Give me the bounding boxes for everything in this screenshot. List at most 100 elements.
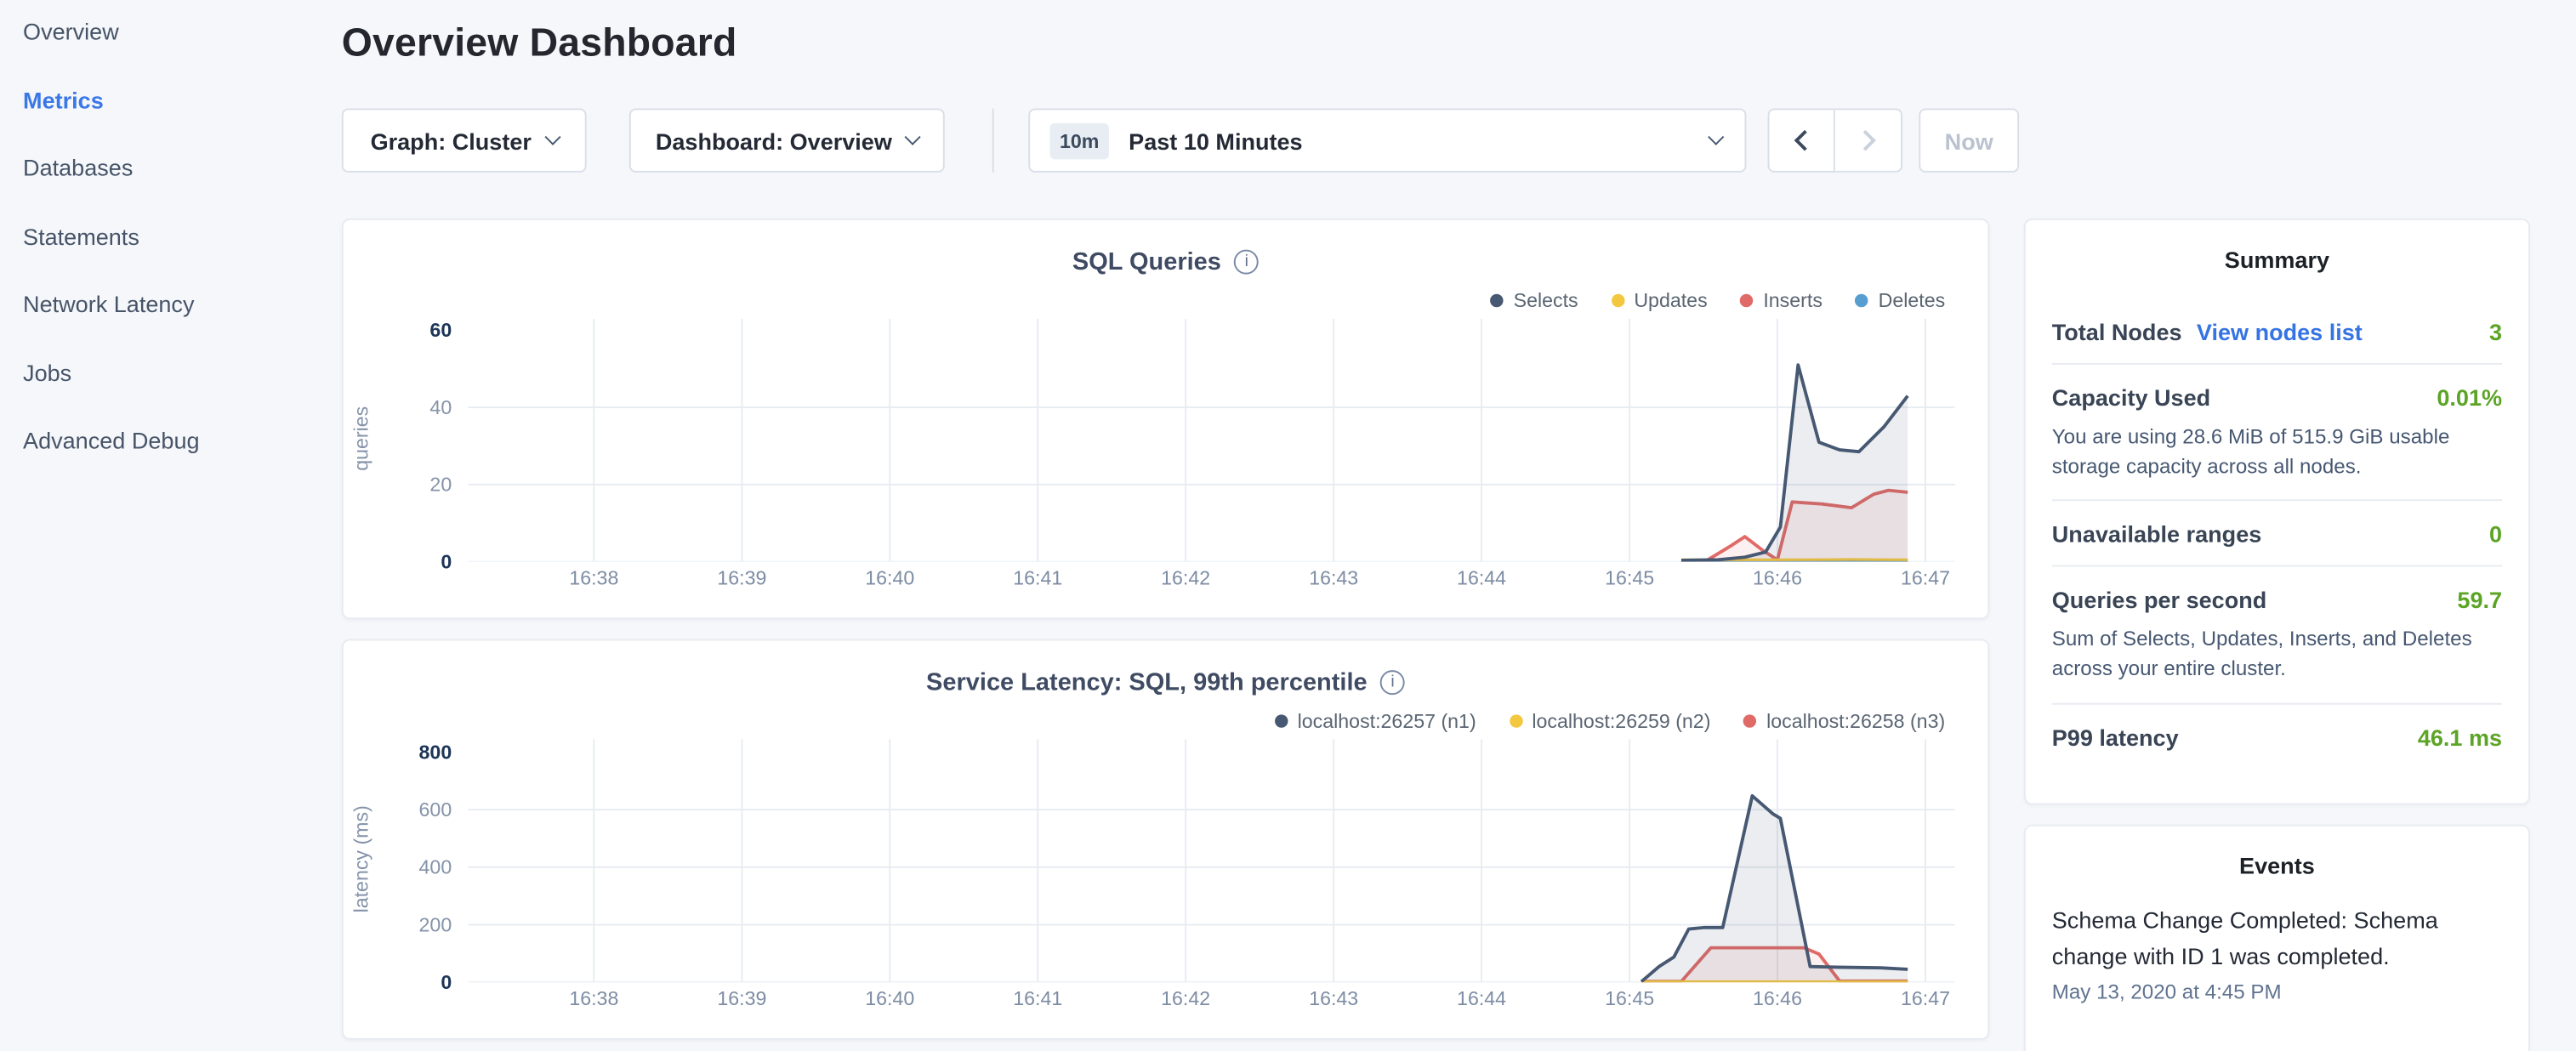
events-title: Events	[2026, 827, 2528, 883]
chart-legend: localhost:26257 (n1) localhost:26259 (n2)…	[344, 710, 1988, 733]
time-range-label: Past 10 Minutes	[1129, 128, 1691, 154]
events-panel: Events Schema Change Completed: Schema c…	[2024, 825, 2530, 1051]
events-list: Schema Change Completed: Schema change w…	[2026, 902, 2528, 1003]
legend-dot-icon	[1856, 294, 1868, 307]
chart-title: Service Latency: SQL, 99th percentile	[926, 668, 1368, 696]
chart-plot: queries020406016:3816:3916:4016:4116:421…	[344, 319, 1988, 605]
x-axis-tick: 16:46	[1728, 566, 1827, 589]
sidebar-item-network-latency[interactable]: Network Latency	[23, 289, 319, 319]
summary-panel: Summary Total Nodes View nodes list 3 Capac…	[2024, 219, 2530, 805]
summary-row-label: Capacity Used	[2052, 384, 2210, 411]
info-icon[interactable]: i	[1380, 669, 1405, 694]
summary-title: Summary	[2026, 220, 2528, 276]
chart-title: SQL Queries	[1072, 247, 1221, 276]
sidebar-item-advanced-debug[interactable]: Advanced Debug	[23, 425, 319, 455]
view-nodes-list-link[interactable]: View nodes list	[2197, 319, 2363, 345]
app-root: Overview Metrics Databases Statements Networ…	[0, 0, 2576, 1051]
chevron-down-icon	[544, 129, 560, 145]
y-axis-tick: 800	[390, 741, 452, 764]
toolbar: Graph: Cluster Dashboard: Overview 10m P…	[342, 108, 2019, 172]
legend-label: Deletes	[1879, 289, 1946, 312]
x-axis-tick: 16:45	[1580, 987, 1679, 1010]
x-axis-tick: 16:42	[1136, 987, 1235, 1010]
summary-row-description: Sum of Selects, Updates, Inserts, and De…	[2052, 625, 2502, 685]
sidebar-item-databases[interactable]: Databases	[23, 153, 319, 183]
time-nav-group	[1768, 108, 1902, 172]
summary-row: Capacity Used 0.01% You are using 28.6 MiB…	[2052, 363, 2502, 500]
page-title: Overview Dashboard	[342, 21, 737, 67]
legend-item: Deletes	[1856, 289, 1946, 312]
info-icon[interactable]: i	[1234, 249, 1259, 274]
summary-row-label: Unavailable ranges	[2052, 521, 2262, 548]
legend-label: Inserts	[1763, 289, 1823, 312]
summary-rows: Total Nodes View nodes list 3 Capacity Used…	[2026, 299, 2528, 769]
summary-row: P99 latency46.1 ms	[2052, 702, 2502, 768]
y-axis-tick: 40	[390, 396, 452, 419]
summary-row-description: You are using 28.6 MiB of 515.9 GiB usab…	[2052, 422, 2502, 481]
time-prev-button[interactable]	[1768, 108, 1835, 172]
summary-row-label: Queries per second	[2052, 587, 2267, 613]
x-axis-tick: 16:45	[1580, 566, 1679, 589]
x-axis-tick: 16:39	[692, 566, 791, 589]
sidebar: Overview Metrics Databases Statements Networ…	[23, 16, 319, 493]
legend-dot-icon	[1740, 294, 1753, 307]
time-range-dropdown[interactable]: 10m Past 10 Minutes	[1028, 108, 1746, 172]
now-button[interactable]: Now	[1919, 108, 2019, 172]
chart-legend: Selects Updates Inserts Deletes	[344, 289, 1988, 312]
x-axis-tick: 16:46	[1728, 987, 1827, 1010]
chart-card-sql-queries: SQL Queries i Selects Updates Inserts Delet…	[342, 219, 1990, 619]
x-axis-tick: 16:44	[1432, 566, 1531, 589]
summary-row-value: 59.7	[2457, 587, 2502, 613]
sidebar-item-overview[interactable]: Overview	[23, 16, 319, 46]
chart-plot: latency (ms)020040060080016:3816:3916:40…	[344, 739, 1988, 1025]
legend-dot-icon	[1611, 294, 1624, 307]
legend-label: localhost:26257 (n1)	[1298, 710, 1476, 733]
x-axis-tick: 16:47	[1876, 566, 1975, 589]
graph-dropdown[interactable]: Graph: Cluster	[342, 108, 587, 172]
summary-row: Unavailable ranges 0	[2052, 500, 2502, 565]
legend-item: Inserts	[1740, 289, 1823, 312]
legend-label: Selects	[1514, 289, 1578, 312]
toolbar-divider	[992, 108, 994, 172]
summary-row: Queries per second 59.7 Sum of Selects, Up…	[2052, 565, 2502, 702]
y-axis-unit-label: latency (ms)	[350, 785, 372, 933]
summary-row-value: 0	[2489, 521, 2502, 548]
x-axis-tick: 16:43	[1284, 566, 1383, 589]
x-axis-tick: 16:39	[692, 987, 791, 1010]
time-next-button[interactable]	[1835, 108, 1902, 172]
y-axis-tick: 20	[390, 473, 452, 496]
dashboard-dropdown[interactable]: Dashboard: Overview	[629, 108, 945, 172]
y-axis-tick: 60	[390, 319, 452, 342]
legend-item: localhost:26257 (n1)	[1275, 710, 1476, 733]
x-axis-tick: 16:38	[544, 566, 643, 589]
sidebar-item-metrics[interactable]: Metrics	[23, 84, 319, 114]
x-axis-tick: 16:38	[544, 987, 643, 1010]
event-item[interactable]: Schema Change Completed: Schema change w…	[2052, 902, 2502, 1003]
time-range-badge: 10m	[1049, 122, 1109, 158]
summary-row-value: 3	[2489, 319, 2502, 345]
chart-header: Service Latency: SQL, 99th percentile i	[344, 640, 1988, 700]
chevron-down-icon	[904, 129, 920, 145]
x-axis-tick: 16:42	[1136, 566, 1235, 589]
legend-label: Updates	[1634, 289, 1707, 312]
chart-card-service-latency: Service Latency: SQL, 99th percentile i …	[342, 639, 1990, 1039]
sidebar-item-statements[interactable]: Statements	[23, 221, 319, 251]
summary-row-label: Total Nodes	[2052, 319, 2182, 345]
sidebar-item-jobs[interactable]: Jobs	[23, 357, 319, 387]
legend-label: localhost:26259 (n2)	[1532, 710, 1710, 733]
chevron-down-icon	[1708, 129, 1724, 145]
legend-label: localhost:26258 (n3)	[1766, 710, 1945, 733]
chevron-right-icon	[1855, 130, 1876, 151]
legend-item: Updates	[1611, 289, 1707, 312]
legend-dot-icon	[1509, 714, 1521, 727]
y-axis-tick: 600	[390, 798, 452, 821]
summary-row-label: P99 latency	[2052, 724, 2179, 750]
summary-row-value: 0.01%	[2437, 384, 2502, 411]
graph-dropdown-label: Graph: Cluster	[371, 128, 532, 154]
y-axis-tick: 0	[390, 971, 452, 994]
chart-canvas[interactable]	[469, 739, 1955, 982]
chart-canvas[interactable]	[469, 319, 1955, 562]
x-axis-tick: 16:41	[988, 566, 1087, 589]
chevron-left-icon	[1794, 130, 1815, 151]
summary-row: Total Nodes View nodes list 3	[2052, 299, 2502, 363]
